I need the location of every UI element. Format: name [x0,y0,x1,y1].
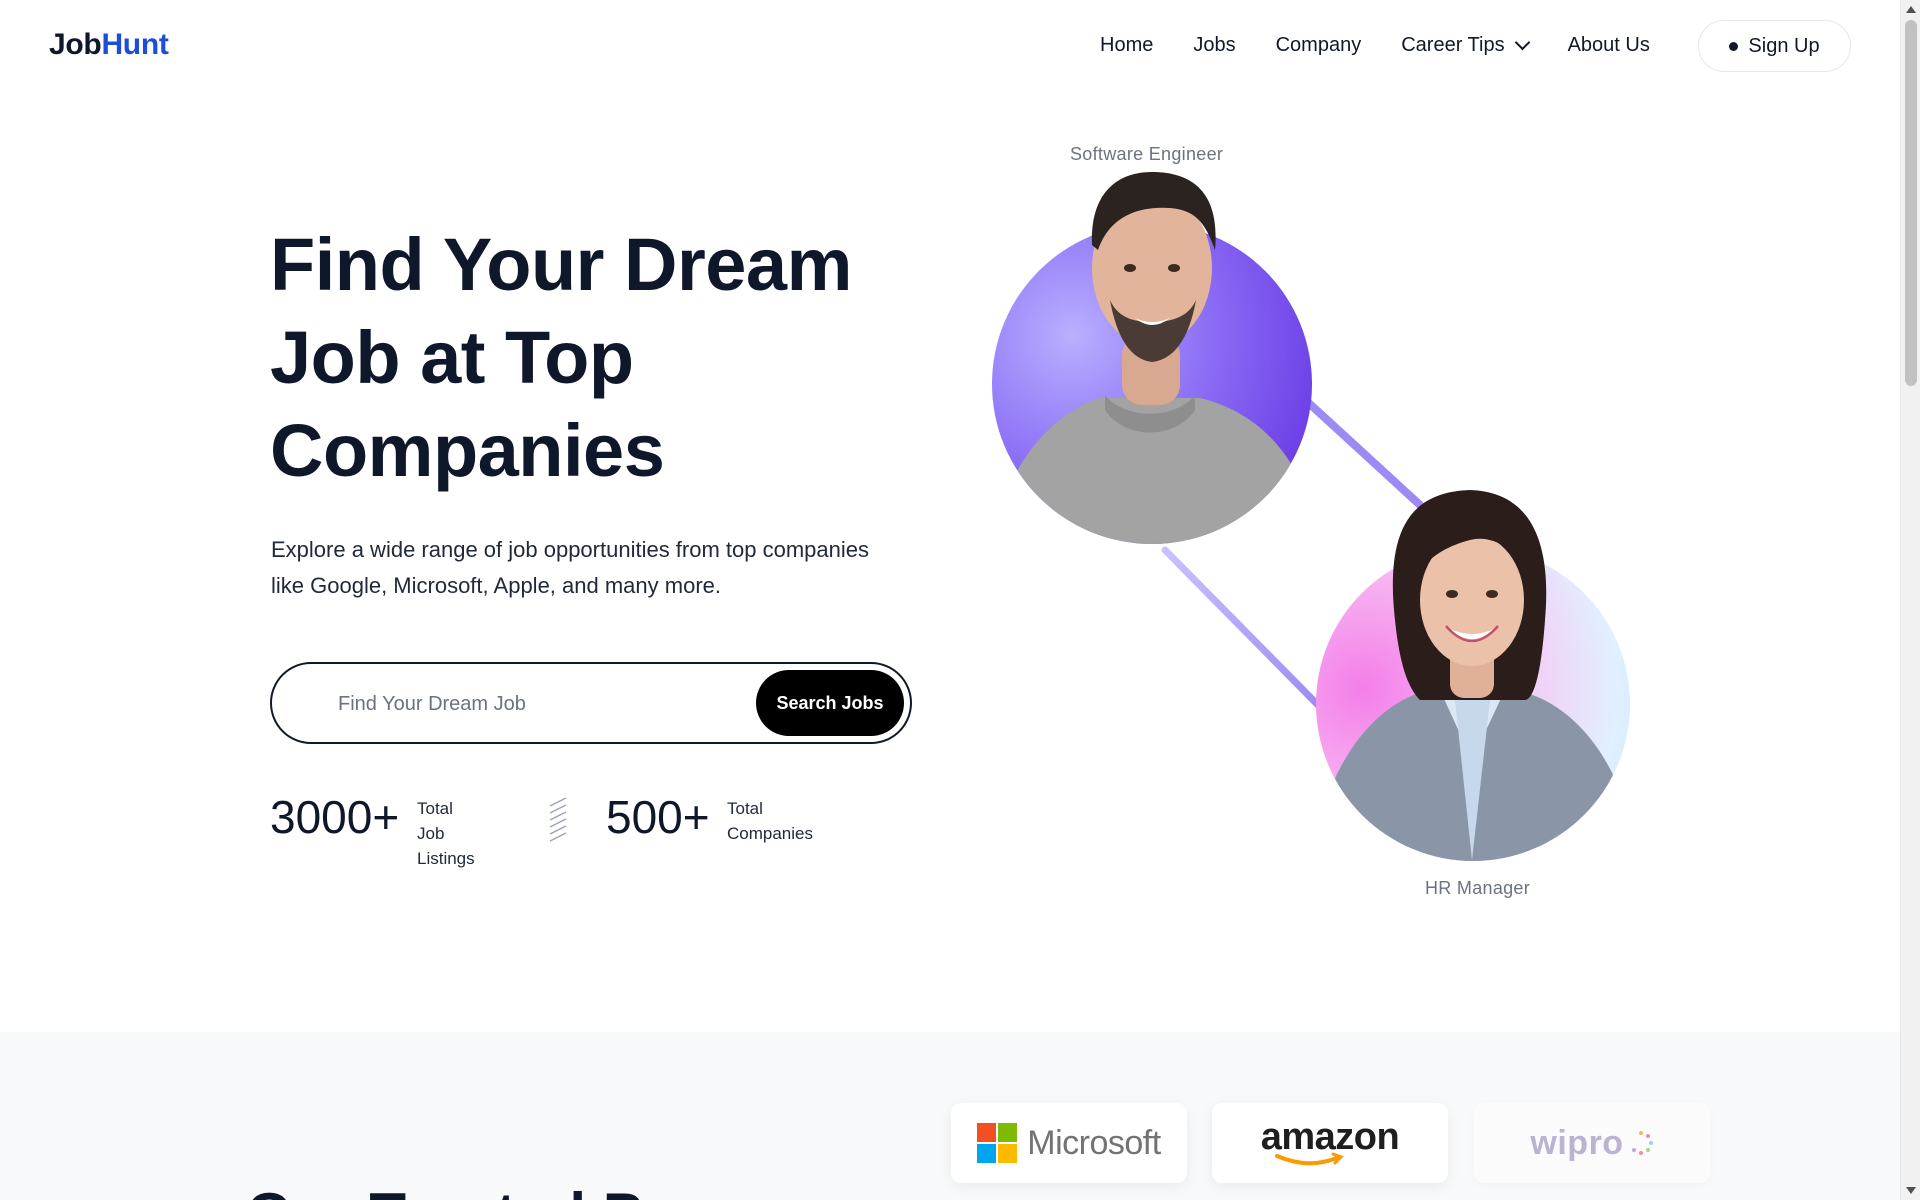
company-card-wipro[interactable]: wipro [1474,1103,1710,1183]
page-scrollbar[interactable] [1900,0,1920,1200]
company-card-microsoft[interactable]: Microsoft [951,1103,1187,1183]
scroll-down-arrow-icon[interactable] [1906,1187,1916,1194]
scroll-thumb[interactable] [1905,20,1917,386]
companies-section-heading: Our Trusted P [246,1180,643,1200]
connector-line-1 [1296,391,1424,509]
company-name-wipro: wipro [1530,1123,1624,1162]
amazon-logo: amazon [1261,1116,1400,1165]
hr-manager-head [1392,490,1547,700]
company-card-amazon[interactable]: amazon [1212,1103,1448,1183]
scroll-up-arrow-icon[interactable] [1906,6,1916,13]
company-name-microsoft: Microsoft [1027,1123,1161,1162]
hero-illustration [992,172,1630,861]
wipro-dots-icon [1631,1131,1653,1155]
microsoft-logo-icon [977,1123,1018,1163]
connector-line-2 [1161,546,1322,709]
amazon-smile-icon [1274,1152,1344,1165]
